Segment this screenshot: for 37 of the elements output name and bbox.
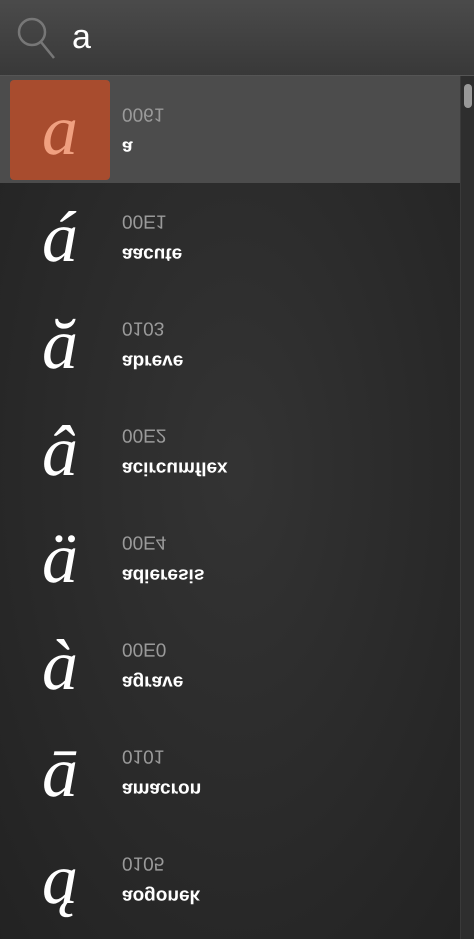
unicode-code: 00E0 <box>122 638 166 662</box>
glyph-row[interactable]: ä 00E4 adieresis <box>0 504 460 611</box>
glyph-name: agrave <box>122 670 184 694</box>
unicode-code: 0103 <box>122 316 164 340</box>
glyph-preview: ä <box>41 516 79 600</box>
glyph-name: a <box>122 135 133 159</box>
glyph-preview: a <box>10 80 110 180</box>
scrollbar[interactable] <box>460 76 474 939</box>
glyph-preview: à <box>41 624 79 706</box>
scrollbar-thumb[interactable] <box>464 84 472 108</box>
glyph-preview: â <box>41 410 79 492</box>
search-field[interactable]: a <box>0 0 474 76</box>
glyph-name: abreve <box>122 349 184 373</box>
glyph-name: aacute <box>122 242 182 266</box>
glyph-name: aogonek <box>122 884 200 908</box>
glyph-preview: ą <box>41 838 79 920</box>
glyph-row[interactable]: a 0061 a <box>0 76 460 183</box>
unicode-code: 00E4 <box>122 530 166 554</box>
glyph-name: amacron <box>122 777 202 801</box>
glyph-preview: ā <box>41 730 79 814</box>
unicode-code: 0105 <box>122 852 164 876</box>
glyph-row[interactable]: ā 0101 amacron <box>0 718 460 825</box>
glyph-name: acircumflex <box>122 456 228 480</box>
glyph-preview: á <box>41 196 79 278</box>
search-icon <box>16 16 56 60</box>
glyph-name: adieresis <box>122 563 204 587</box>
glyph-row[interactable]: ą 0105 aogonek <box>0 825 460 932</box>
unicode-code: 00E2 <box>122 424 166 448</box>
glyph-preview: ă <box>41 302 79 386</box>
glyph-row[interactable]: ă 0103 abreve <box>0 290 460 397</box>
search-query: a <box>72 17 91 58</box>
unicode-code: 0101 <box>122 744 164 768</box>
glyph-row[interactable]: à 00E0 agrave <box>0 611 460 718</box>
unicode-code: 0061 <box>122 102 164 126</box>
glyph-row[interactable]: â 00E2 acircumflex <box>0 397 460 504</box>
unicode-code: 00E1 <box>122 210 166 234</box>
glyph-row[interactable]: á 00E1 aacute <box>0 183 460 290</box>
